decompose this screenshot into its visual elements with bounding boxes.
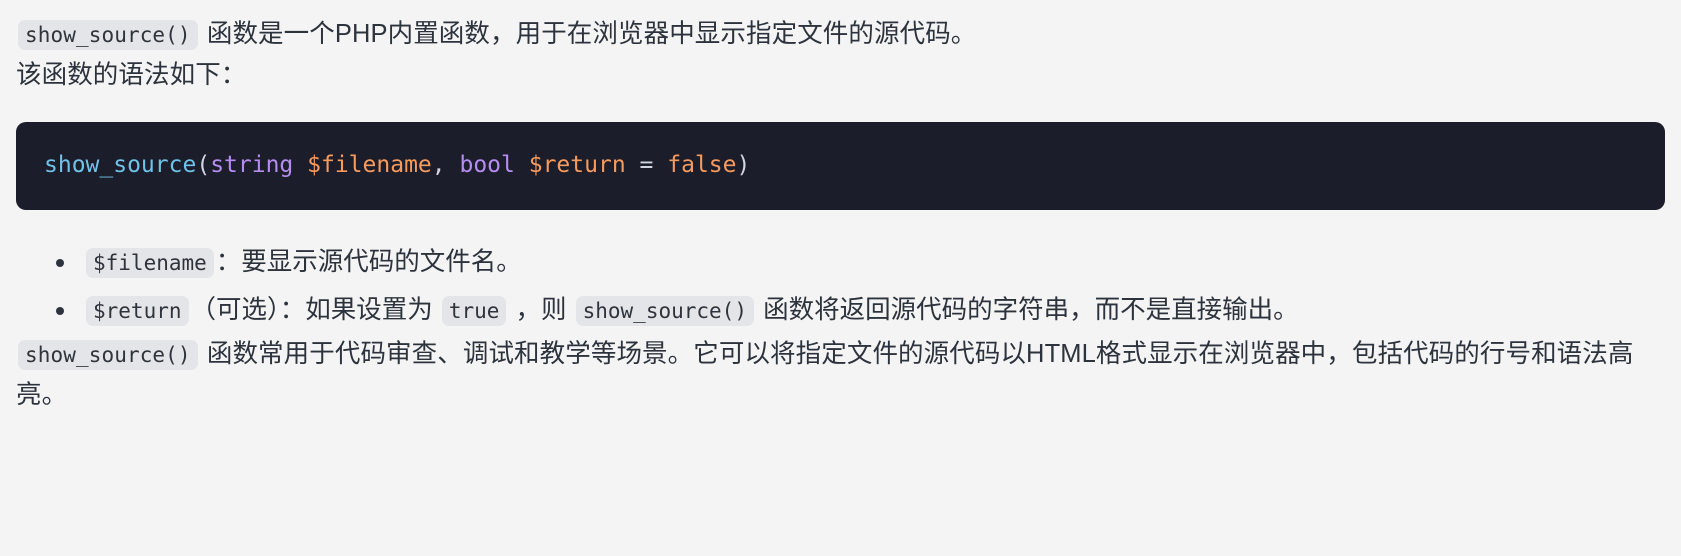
intro-paragraph: show_source() 函数是一个PHP内置函数，用于在浏览器中显示指定文件…	[16, 14, 1665, 55]
inline-code-show-source-2: show_source()	[575, 296, 754, 326]
code-token-open-paren: (	[196, 152, 211, 178]
inline-code-show-source: show_source()	[18, 20, 198, 50]
inline-code-filename: $filename	[86, 248, 214, 278]
intro-paragraph-text: 函数是一个PHP内置函数，用于在浏览器中显示指定文件的源代码。	[199, 20, 977, 48]
code-token-space-1	[293, 152, 307, 178]
list-item: $filename ：要显示源代码的文件名。	[56, 238, 1665, 286]
document-body: show_source() 函数是一个PHP内置函数，用于在浏览器中显示指定文件…	[0, 0, 1681, 416]
code-block-content: show_source(string $filename, bool $retu…	[44, 148, 1637, 182]
parameter-list: $filename ：要显示源代码的文件名。 $return （可选）：如果设置为 …	[16, 238, 1665, 334]
code-token-type-string: string	[210, 152, 294, 178]
outro-paragraph-text: 函数常用于代码审查、调试和教学等场景。它可以将指定文件的源代码以HTML格式显示…	[16, 340, 1634, 409]
list-item: $return （可选）：如果设置为 true ，则 show_source() …	[56, 286, 1665, 334]
code-token-equals: =	[639, 152, 654, 178]
param-return-description-3: 函数将返回源代码的字符串，而不是直接输出。	[755, 296, 1299, 324]
param-return-description-2: ，则	[508, 296, 574, 324]
code-token-var-return: $return	[528, 152, 626, 178]
code-token-close-paren: )	[736, 152, 751, 178]
inline-code-return: $return	[86, 296, 189, 326]
code-token-space-5	[653, 152, 667, 178]
code-token-type-bool: bool	[459, 152, 515, 178]
code-token-var-filename: $filename	[307, 152, 432, 178]
code-token-space-2	[446, 152, 460, 178]
code-token-false: false	[667, 152, 737, 178]
code-token-space-4	[626, 152, 640, 178]
param-filename-description: ：要显示源代码的文件名。	[215, 248, 522, 276]
code-token-space-3	[515, 152, 529, 178]
inline-code-true: true	[441, 296, 507, 326]
syntax-lead-paragraph: 该函数的语法如下：	[16, 61, 247, 89]
code-token-function: show_source	[44, 152, 197, 178]
inline-code-show-source-3: show_source()	[18, 340, 198, 370]
code-block[interactable]: show_source(string $filename, bool $retu…	[16, 122, 1665, 210]
code-token-comma: ,	[431, 152, 446, 178]
outro-paragraph: show_source() 函数常用于代码审查、调试和教学等场景。它可以将指定文…	[16, 334, 1665, 416]
param-return-description-1: （可选）：如果设置为	[190, 296, 440, 324]
